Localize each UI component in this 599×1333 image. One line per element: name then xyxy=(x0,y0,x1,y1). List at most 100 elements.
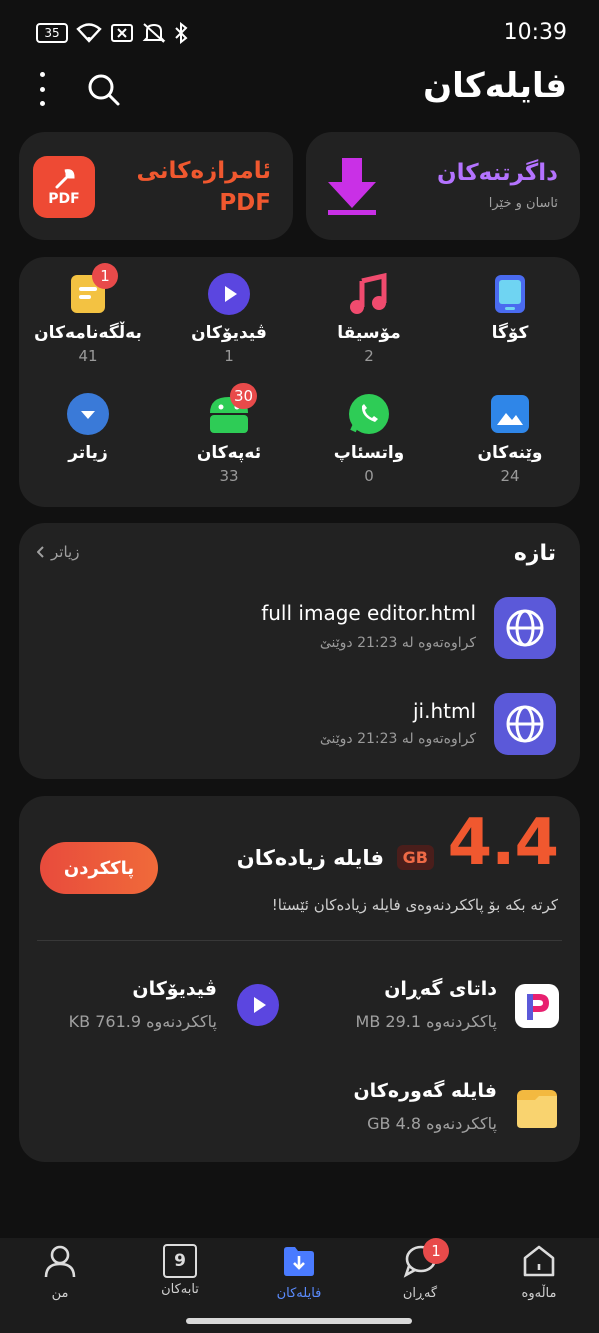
downloads-title: داگرتنەکان xyxy=(437,160,558,186)
dot xyxy=(39,101,45,106)
category-count: 2 xyxy=(364,347,374,365)
recent-more-label: زیاتر xyxy=(51,543,80,561)
category-more[interactable]: زیاتر xyxy=(28,393,148,467)
downloads-subtitle: ئاسان و خێرا xyxy=(488,196,558,211)
pdf-tools-title: ئامرازەکانی xyxy=(136,158,271,184)
search-icon xyxy=(88,74,120,106)
file-name: full image editor.html xyxy=(261,601,476,625)
pdf-icon-label: PDF xyxy=(48,191,80,207)
person-icon xyxy=(44,1245,76,1278)
notification-badge: 1 xyxy=(423,1238,449,1264)
nav-search[interactable]: 1 گەڕان xyxy=(370,1238,470,1301)
category-label: ڤیدیۆکان xyxy=(191,323,267,343)
category-label: زیاتر xyxy=(68,443,108,463)
nav-tabs[interactable]: 9 تابەکان xyxy=(130,1244,230,1297)
file-name: ji.html xyxy=(412,699,476,723)
recent-title: تازە xyxy=(513,541,556,566)
battery-icon: 35 xyxy=(36,23,68,43)
divider xyxy=(37,940,562,941)
tablet-icon xyxy=(495,275,525,313)
globe-icon xyxy=(506,609,544,647)
category-label: مۆسیقا xyxy=(337,323,401,343)
whatsapp-icon xyxy=(349,394,389,434)
nav-label: فایلەکان xyxy=(276,1286,322,1301)
files-folder-icon xyxy=(284,1247,314,1276)
dot xyxy=(39,72,45,77)
junk-unit-badge: GB xyxy=(396,845,434,870)
clean-button[interactable]: پاککردن xyxy=(40,842,158,894)
category-videos[interactable]: ڤیدیۆکان 1 xyxy=(169,273,289,365)
category-count: 24 xyxy=(500,467,520,485)
folder-icon xyxy=(517,1090,557,1128)
video-play-icon xyxy=(237,984,279,1030)
search-data-icon xyxy=(515,984,559,1028)
recent-item[interactable]: ji.html کراوەتەوە لە 21:23 دوێنێ xyxy=(19,691,580,771)
cleanup-row-videos[interactable]: ڤیدیۆکان پاککردنەوە KB 761.9 xyxy=(19,974,279,1044)
tabs-count-icon: 9 xyxy=(163,1244,197,1278)
downloads-card[interactable]: داگرتنەکان ئاسان و خێرا xyxy=(306,132,580,240)
recent-card: تازە زیاتر full image editor.html کراوەت… xyxy=(19,523,580,779)
category-apps[interactable]: 30 ئەپەکان 33 xyxy=(169,383,289,485)
row-sub: پاککردنەوە MB 29.1 xyxy=(355,1012,497,1031)
no-sim-icon xyxy=(111,24,133,42)
pdf-tools-card[interactable]: ئامرازەکانی PDF PDF xyxy=(19,132,293,240)
page-title: فایلەکان xyxy=(423,66,567,106)
wifi-icon xyxy=(76,23,102,43)
file-icon xyxy=(494,597,556,659)
nav-home[interactable]: ماڵەوە xyxy=(489,1244,589,1301)
category-label: واتسئاپ xyxy=(333,443,405,463)
wrench-icon xyxy=(55,169,75,189)
recent-item[interactable]: full image editor.html کراوەتەوە لە 21:2… xyxy=(19,593,580,673)
nav-files[interactable]: فایلەکان xyxy=(249,1244,349,1301)
category-count: 1 xyxy=(224,347,234,365)
home-icon xyxy=(523,1245,555,1277)
play-icon xyxy=(208,273,250,315)
category-documents[interactable]: 1 بەڵگەنامەکان 41 xyxy=(28,263,148,365)
play-icon xyxy=(237,984,279,1026)
music-note-icon xyxy=(350,272,387,314)
bluetooth-icon xyxy=(175,22,188,44)
mute-icon xyxy=(142,23,166,43)
cleanup-row-search-data[interactable]: داتای گەڕان پاککردنەوە MB 29.1 xyxy=(299,974,559,1044)
row-title: ڤیدیۆکان xyxy=(132,978,217,1000)
category-whatsapp[interactable]: واتسئاپ 0 xyxy=(309,393,429,485)
file-meta: کراوەتەوە لە 21:23 دوێنێ xyxy=(319,635,476,651)
status-time: 10:39 xyxy=(503,20,567,45)
more-menu-button[interactable] xyxy=(30,72,54,106)
search-button[interactable] xyxy=(86,72,122,108)
category-label: بەڵگەنامەکان xyxy=(34,323,142,343)
row-title: داتای گەڕان xyxy=(384,978,497,1000)
image-icon xyxy=(491,395,529,433)
junk-label: فایلە زیادەکان xyxy=(236,846,384,870)
junk-description: کرتە بکە بۆ پاککردنەوەی فایلە زیادەکان ئ… xyxy=(271,896,558,914)
nav-label: تابەکان xyxy=(161,1282,199,1297)
nav-label: گەڕان xyxy=(402,1286,438,1301)
category-label: وێنەکان xyxy=(477,443,543,463)
category-count: 0 xyxy=(364,467,374,485)
folder-icon xyxy=(515,1086,559,1134)
category-storage[interactable]: کۆگا xyxy=(450,273,570,347)
notification-badge: 1 xyxy=(92,263,118,289)
home-indicator[interactable] xyxy=(186,1318,412,1324)
pdf-tools-title-2: PDF xyxy=(219,190,271,216)
file-icon xyxy=(494,693,556,755)
cleanup-row-large-files[interactable]: فایلە گەورەکان پاککردنەوە GB 4.8 xyxy=(299,1076,559,1146)
category-images[interactable]: وێنەکان 24 xyxy=(450,393,570,485)
category-music[interactable]: مۆسیقا 2 xyxy=(309,272,429,365)
nav-me[interactable]: من xyxy=(10,1244,110,1301)
download-icon xyxy=(328,158,376,215)
dot xyxy=(39,86,45,92)
file-meta: کراوەتەوە لە 21:23 دوێنێ xyxy=(319,731,476,747)
category-label: ئەپەکان xyxy=(196,443,262,463)
row-sub: پاککردنەوە KB 761.9 xyxy=(68,1012,217,1031)
status-icons: 35 xyxy=(36,22,188,44)
notification-badge: 30 xyxy=(230,383,258,409)
junk-size: 4.4 xyxy=(447,806,559,880)
globe-icon xyxy=(506,705,544,743)
row-title: فایلە گەورەکان xyxy=(353,1080,497,1102)
nav-label: ماڵەوە xyxy=(521,1286,557,1301)
pdf-icon: PDF xyxy=(33,156,95,218)
p-logo-icon xyxy=(527,994,549,1020)
recent-more-link[interactable]: زیاتر xyxy=(37,543,79,561)
chevron-down-icon xyxy=(67,393,109,435)
